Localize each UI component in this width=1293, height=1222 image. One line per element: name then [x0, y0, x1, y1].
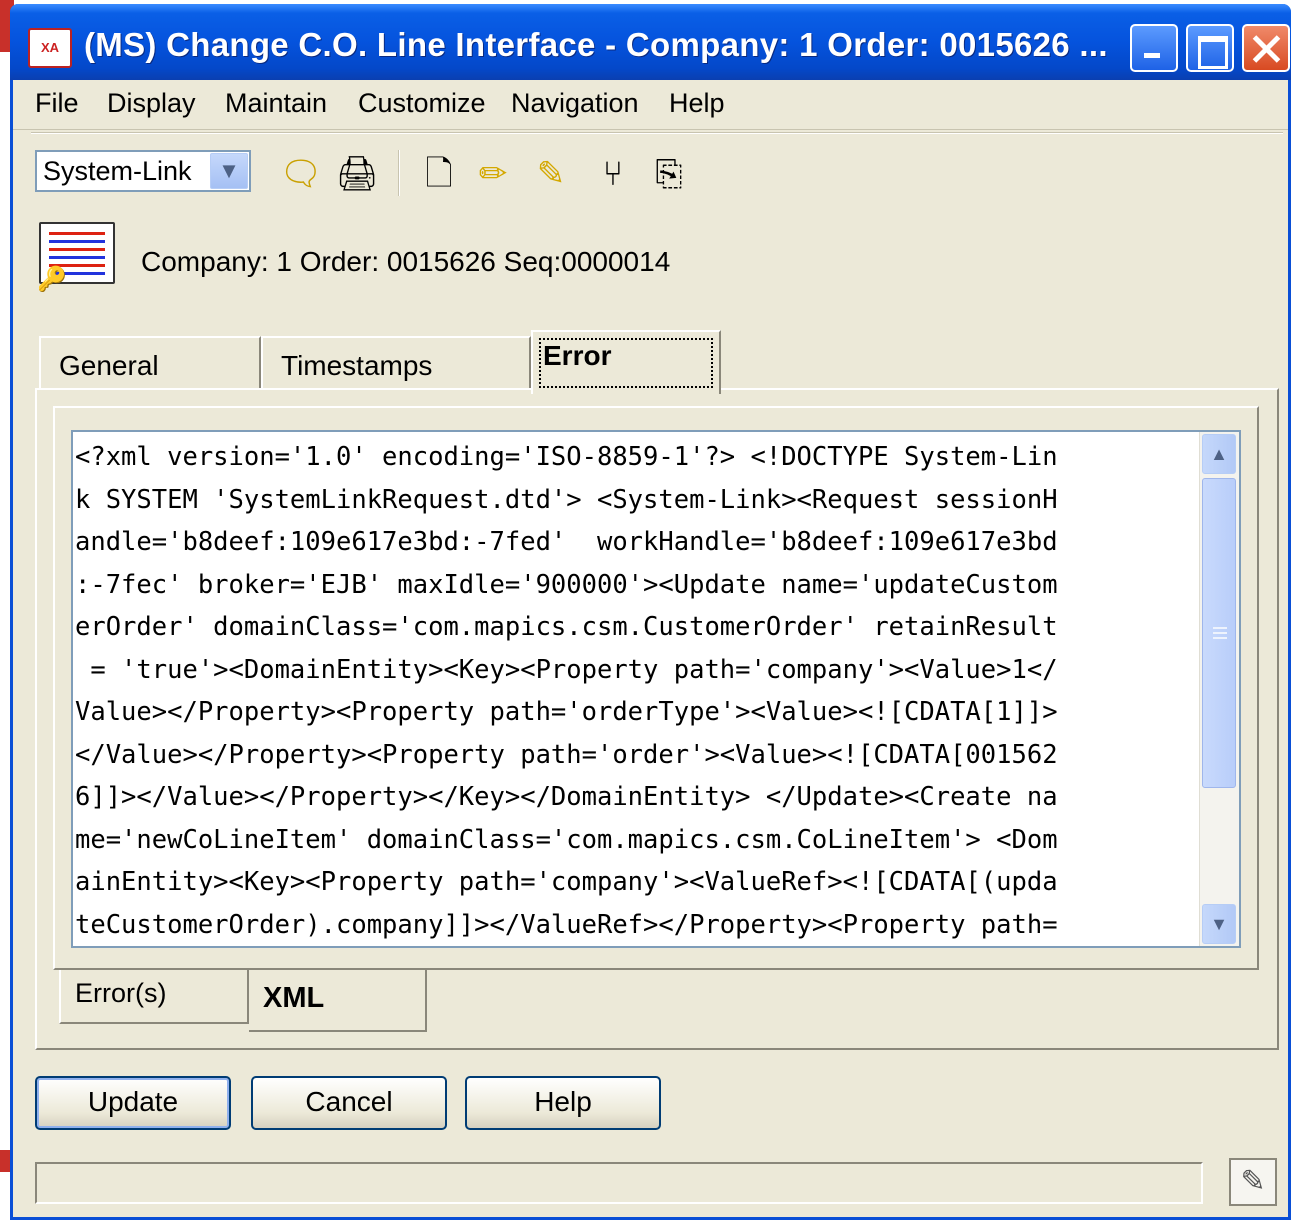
tab-timestamps[interactable]: Timestamps: [261, 336, 531, 390]
app-icon[interactable]: XA: [28, 28, 72, 68]
order-info: Company: 1 Order: 0015626 Seq:0000014: [141, 246, 671, 277]
tab-general[interactable]: General: [39, 336, 261, 390]
status-bar: [35, 1162, 1203, 1204]
chevron-down-icon[interactable]: ▼: [210, 153, 248, 189]
subtab-label: Error(s): [75, 978, 167, 1008]
toolbar-divider: [398, 150, 400, 196]
xml-panel: <?xml version='1.0' encoding='ISO-8859-1…: [53, 406, 1259, 970]
scroll-down-icon[interactable]: ▼: [1202, 904, 1236, 944]
error-tab-panel: <?xml version='1.0' encoding='ISO-8859-1…: [35, 388, 1279, 1050]
tab-error[interactable]: Error: [531, 330, 721, 394]
view-select[interactable]: System-Link ▼: [35, 150, 251, 192]
close-button[interactable]: [1242, 24, 1290, 72]
vertical-scrollbar[interactable]: ▲ ▼: [1199, 432, 1239, 946]
tree-icon[interactable]: ⑂: [591, 152, 635, 196]
menu-help[interactable]: Help: [669, 88, 725, 119]
menu-maintain[interactable]: Maintain: [225, 88, 327, 119]
menu-file[interactable]: File: [35, 88, 79, 119]
view-select-value: System-Link: [43, 156, 192, 186]
tab-label: Error: [543, 340, 612, 371]
key-icon: 🔑: [37, 266, 67, 293]
subtab-label: XML: [263, 982, 325, 1014]
edit-pencil-icon[interactable]: ✏: [471, 152, 515, 196]
new-document-icon[interactable]: 🗋: [417, 152, 461, 196]
menu-customize[interactable]: Customize: [358, 88, 486, 119]
scroll-up-icon[interactable]: ▲: [1202, 434, 1236, 474]
menu-navigation[interactable]: Navigation: [511, 88, 639, 119]
subtab-xml[interactable]: XML: [249, 970, 427, 1032]
dialog-window: XA (MS) Change C.O. Line Interface - Com…: [10, 4, 1291, 1220]
grip-icon: [1213, 627, 1227, 639]
update-button[interactable]: Update: [35, 1076, 231, 1130]
tab-label: Timestamps: [281, 350, 433, 381]
help-button[interactable]: Help: [465, 1076, 661, 1130]
menu-bar: File Display Maintain Customize Navigati…: [13, 80, 1288, 130]
edit-list-icon[interactable]: ✎: [529, 152, 573, 196]
cancel-button[interactable]: Cancel: [251, 1076, 447, 1130]
scroll-thumb[interactable]: [1202, 478, 1236, 788]
xml-content: <?xml version='1.0' encoding='ISO-8859-1…: [75, 442, 1058, 940]
subtab-errors[interactable]: Error(s): [59, 970, 249, 1024]
maximize-button[interactable]: [1186, 24, 1234, 72]
title-bar[interactable]: XA (MS) Change C.O. Line Interface - Com…: [10, 4, 1291, 80]
xml-textarea[interactable]: <?xml version='1.0' encoding='ISO-8859-1…: [71, 430, 1241, 948]
minimize-button[interactable]: [1130, 24, 1178, 72]
toolbar-separator: [31, 132, 1283, 134]
notes-icon[interactable]: 🗨: [279, 152, 323, 196]
window-title: (MS) Change C.O. Line Interface - Compan…: [84, 26, 1108, 63]
menu-display[interactable]: Display: [107, 88, 196, 119]
print-icon[interactable]: 🖨: [335, 152, 379, 196]
copy-icon[interactable]: ⎘: [647, 152, 691, 196]
status-edit-icon[interactable]: ✎: [1229, 1158, 1277, 1206]
tab-label: General: [59, 350, 159, 381]
